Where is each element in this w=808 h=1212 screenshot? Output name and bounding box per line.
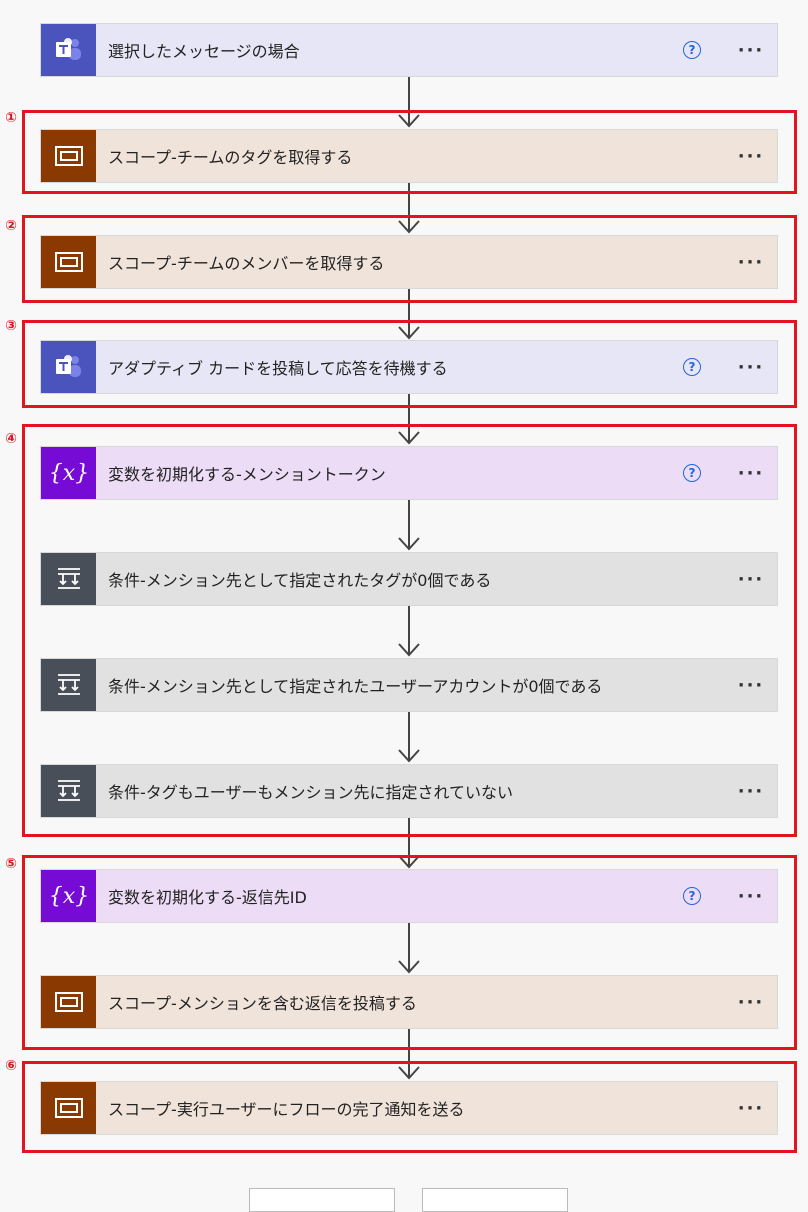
highlight-frame-5 [22, 855, 797, 1050]
step-number-badge: ⑤ [5, 856, 17, 872]
highlight-frame-3 [22, 320, 797, 408]
help-icon[interactable]: ? [683, 41, 701, 59]
save-button[interactable] [422, 1188, 568, 1212]
step-number-badge: ⑥ [5, 1058, 17, 1074]
more-options-button[interactable]: ··· [731, 40, 771, 61]
step-number-badge: ③ [5, 318, 17, 334]
step-number-badge: ① [5, 110, 17, 126]
step-card-selected-message[interactable]: 選択したメッセージの場合 ? ··· [40, 23, 778, 77]
highlight-frame-4 [22, 424, 797, 837]
new-step-button[interactable] [249, 1188, 395, 1212]
step-number-badge: ② [5, 218, 17, 234]
highlight-frame-1 [22, 110, 797, 194]
highlight-frame-6 [22, 1061, 797, 1153]
step-number-badge: ④ [5, 431, 17, 447]
highlight-frame-2 [22, 215, 797, 303]
step-label: 選択したメッセージの場合 [108, 42, 300, 61]
teams-icon [41, 24, 96, 76]
